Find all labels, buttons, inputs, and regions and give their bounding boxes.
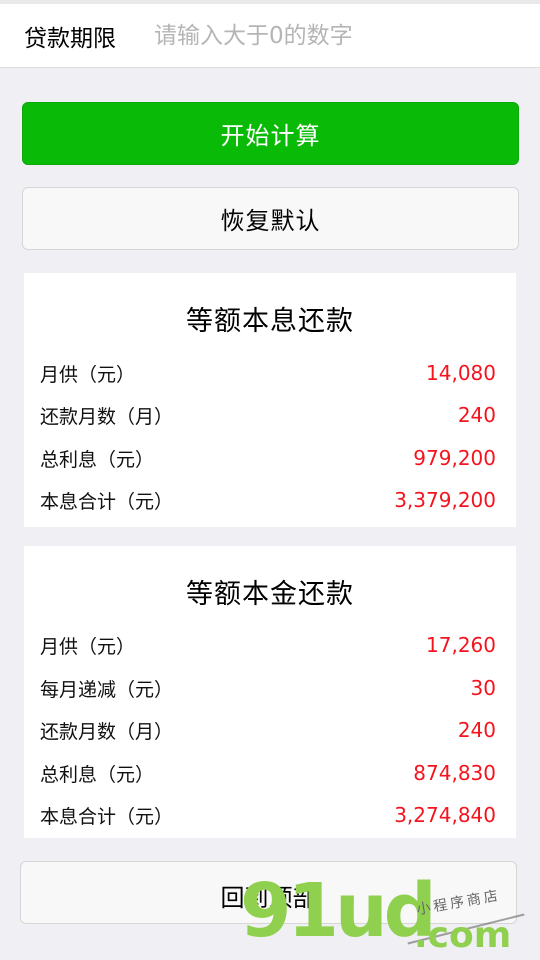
equal-installment-card: 等额本息还款 月供（元） 14,080 还款月数（月） 240 总利息（元） 9… [24, 273, 516, 527]
row-value: 3,379,200 [394, 488, 496, 512]
row-label: 还款月数（月） [40, 405, 174, 428]
row-label: 每月递减（元） [40, 678, 174, 701]
row-value: 240 [457, 718, 496, 742]
row-value: 3,274,840 [394, 803, 496, 827]
row-label: 还款月数（月） [40, 720, 174, 743]
result-row-monthly-payment: 月供（元） 17,260 [24, 624, 516, 666]
row-value: 240 [457, 403, 496, 427]
loan-term-input[interactable] [154, 4, 540, 67]
result-row-monthly-decrease: 每月递减（元） 30 [24, 667, 516, 709]
row-label: 总利息（元） [40, 763, 155, 786]
card-title: 等额本金还款 [186, 579, 354, 610]
row-value: 30 [470, 676, 496, 700]
loan-term-label: 贷款期限 [24, 25, 116, 52]
result-row-months: 还款月数（月） 240 [24, 394, 516, 436]
result-row-total-interest: 总利息（元） 874,830 [24, 752, 516, 794]
back-to-top-button[interactable]: 回到顶部 [20, 861, 517, 924]
result-row-total-amount: 本息合计（元） 3,379,200 [24, 479, 516, 521]
reset-default-button[interactable]: 恢复默认 [22, 187, 519, 250]
loan-term-row: 贷款期限 [0, 0, 540, 68]
row-value: 874,830 [413, 761, 496, 785]
row-label: 月供（元） [40, 635, 136, 658]
equal-principal-card: 等额本金还款 月供（元） 17,260 每月递减（元） 30 还款月数（月） 2… [24, 546, 516, 838]
calculate-button[interactable]: 开始计算 [22, 102, 519, 165]
card-title: 等额本息还款 [186, 306, 354, 337]
row-value: 979,200 [413, 446, 496, 470]
row-label: 月供（元） [40, 363, 136, 386]
row-label: 本息合计（元） [40, 490, 174, 513]
result-row-months: 还款月数（月） 240 [24, 709, 516, 751]
result-row-monthly-payment: 月供（元） 14,080 [24, 352, 516, 394]
row-value: 17,260 [426, 633, 496, 657]
row-label: 本息合计（元） [40, 805, 174, 828]
row-value: 14,080 [426, 361, 496, 385]
result-row-total-interest: 总利息（元） 979,200 [24, 437, 516, 479]
row-label: 总利息（元） [40, 448, 155, 471]
result-row-total-amount: 本息合计（元） 3,274,840 [24, 794, 516, 836]
